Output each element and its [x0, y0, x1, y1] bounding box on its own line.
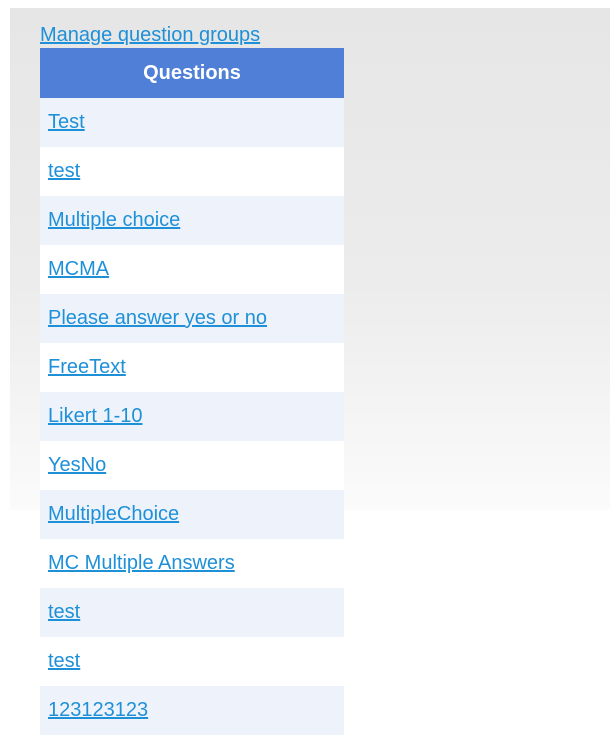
table-cell: Likert 1-10 [40, 392, 344, 441]
manage-question-groups-link[interactable]: Manage question groups [40, 22, 344, 48]
table-row: FreeText [40, 343, 344, 392]
table-cell: MC Multiple Answers [40, 539, 344, 588]
table-row: test [40, 147, 344, 196]
table-cell: test [40, 637, 344, 686]
question-link[interactable]: MultipleChoice [48, 503, 179, 525]
questions-container: Manage question groups Questions Test te… [40, 22, 344, 735]
table-cell: test [40, 588, 344, 637]
table-row: Multiple choice [40, 196, 344, 245]
table-row: Please answer yes or no [40, 294, 344, 343]
questions-header: Questions [40, 48, 344, 98]
table-cell: Please answer yes or no [40, 294, 344, 343]
question-link[interactable]: FreeText [48, 356, 126, 378]
table-cell: Multiple choice [40, 196, 344, 245]
question-link[interactable]: Multiple choice [48, 209, 180, 231]
table-cell: FreeText [40, 343, 344, 392]
table-cell: 123123123 [40, 686, 344, 735]
table-cell: MCMA [40, 245, 344, 294]
table-row: MCMA [40, 245, 344, 294]
table-row: test [40, 637, 344, 686]
question-link[interactable]: test [48, 160, 80, 182]
table-row: test [40, 588, 344, 637]
table-row: Test [40, 98, 344, 147]
questions-table: Questions Test test Multiple choice MCMA… [40, 48, 344, 735]
question-link[interactable]: test [48, 601, 80, 623]
table-cell: YesNo [40, 441, 344, 490]
question-link[interactable]: Likert 1-10 [48, 405, 143, 427]
question-link[interactable]: 123123123 [48, 699, 148, 721]
table-header-row: Questions [40, 48, 344, 98]
table-row: 123123123 [40, 686, 344, 735]
table-row: MC Multiple Answers [40, 539, 344, 588]
question-link[interactable]: MC Multiple Answers [48, 552, 235, 574]
table-row: Likert 1-10 [40, 392, 344, 441]
table-cell: test [40, 147, 344, 196]
question-link[interactable]: Please answer yes or no [48, 307, 267, 329]
question-link[interactable]: test [48, 650, 80, 672]
question-link[interactable]: YesNo [48, 454, 106, 476]
question-link[interactable]: Test [48, 111, 85, 133]
table-row: YesNo [40, 441, 344, 490]
table-cell: MultipleChoice [40, 490, 344, 539]
table-row: MultipleChoice [40, 490, 344, 539]
question-link[interactable]: MCMA [48, 258, 109, 280]
table-cell: Test [40, 98, 344, 147]
